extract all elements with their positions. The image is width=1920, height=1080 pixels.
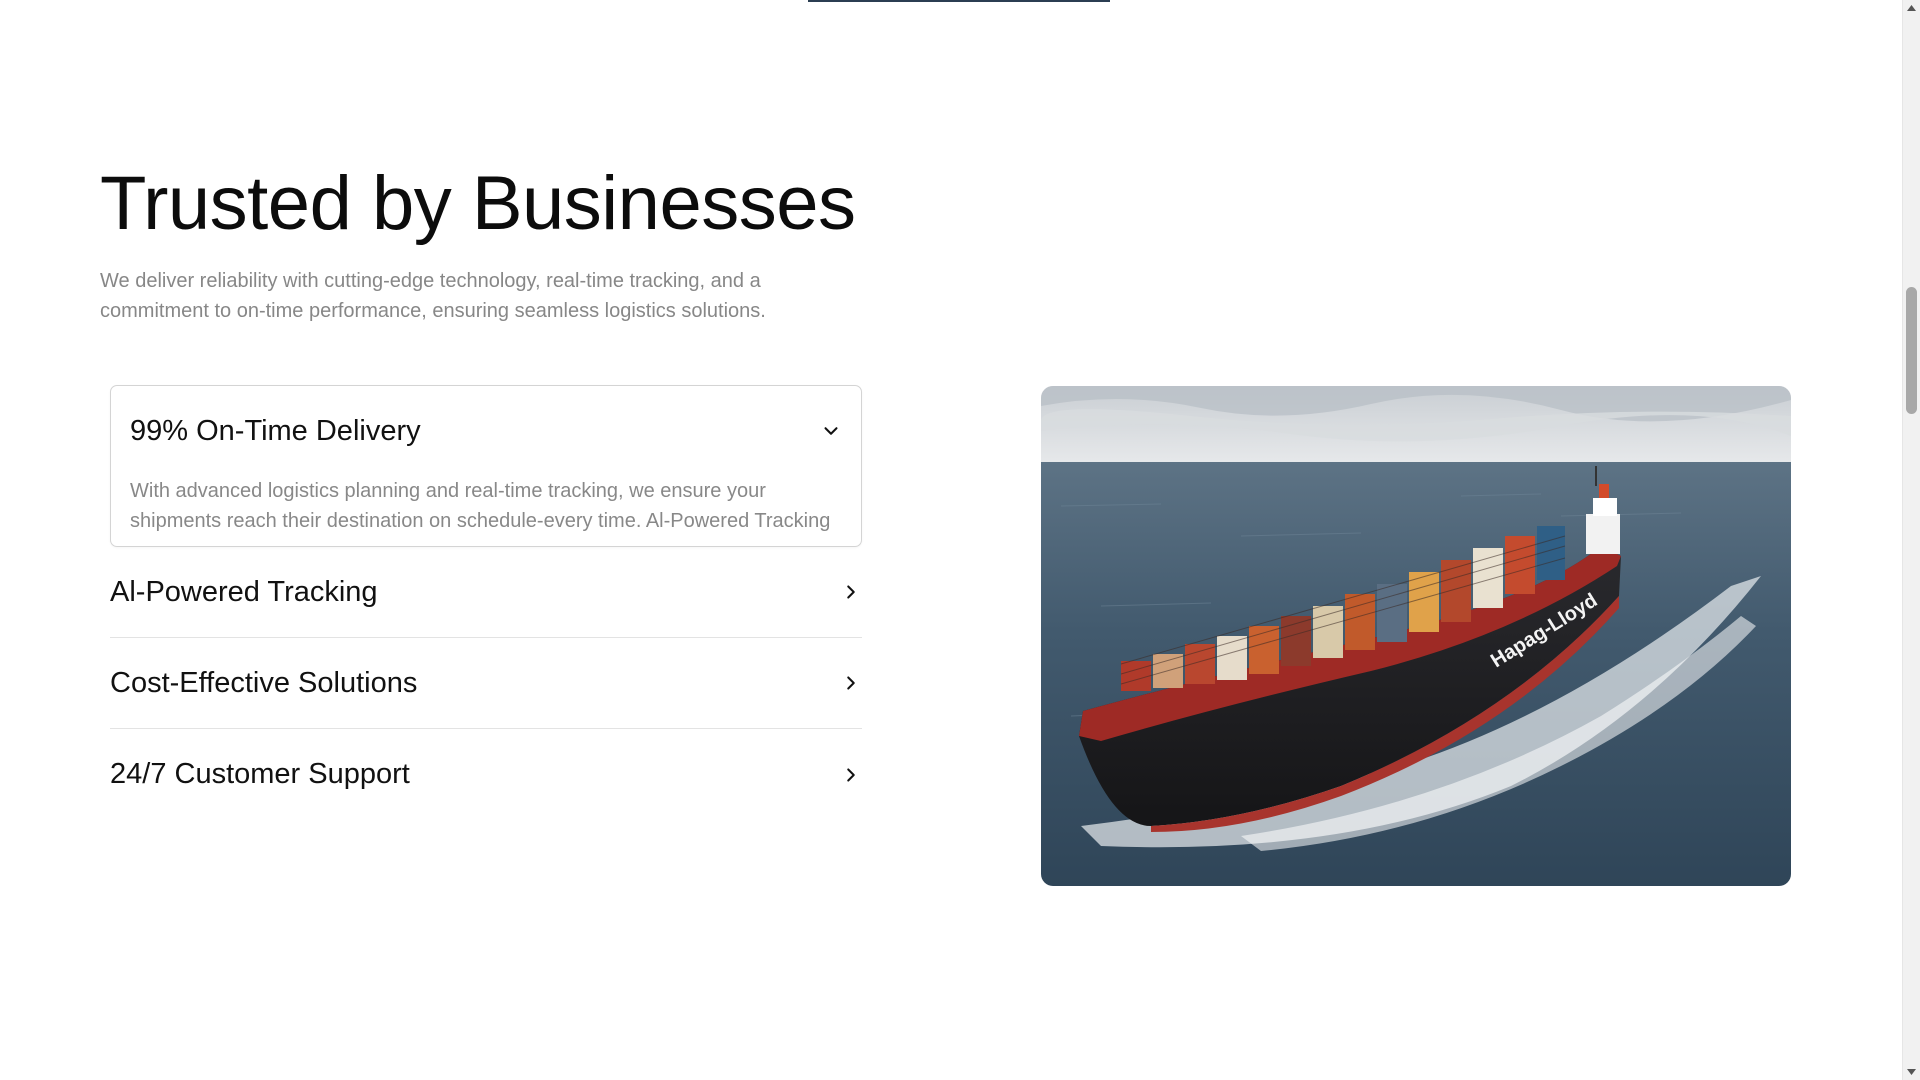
accordion-title: 99% On-Time Delivery bbox=[130, 414, 421, 447]
ship-illustration: Hapag-Lloyd bbox=[1041, 386, 1791, 886]
features-accordion: 99% On-Time Delivery With advanced logis… bbox=[110, 385, 862, 820]
chevron-right-icon[interactable] bbox=[840, 764, 862, 786]
chevron-right-icon[interactable] bbox=[840, 581, 862, 603]
scroll-down-arrow-icon[interactable] bbox=[1903, 1064, 1920, 1080]
accordion-header-ai-tracking[interactable]: Al-Powered Tracking bbox=[110, 547, 862, 637]
accordion-item-on-time-delivery: 99% On-Time Delivery With advanced logis… bbox=[110, 385, 862, 547]
scroll-up-arrow-icon[interactable] bbox=[1903, 0, 1920, 16]
accordion-item-customer-support: 24/7 Customer Support bbox=[110, 729, 862, 820]
page: Trusted by Businesses We deliver reliabi… bbox=[0, 0, 1920, 1080]
section-heading: Trusted by Businesses bbox=[100, 161, 856, 246]
accordion-body: With advanced logistics planning and rea… bbox=[130, 480, 831, 532]
section-subtext: We deliver reliability with cutting-edge… bbox=[100, 270, 766, 322]
accordion-title: 24/7 Customer Support bbox=[110, 758, 410, 790]
chevron-down-icon[interactable] bbox=[820, 420, 842, 442]
scrollbar-thumb[interactable] bbox=[1906, 287, 1917, 414]
top-divider bbox=[808, 0, 1110, 2]
page-scrollbar[interactable] bbox=[1902, 0, 1920, 1080]
accordion-header-customer-support[interactable]: 24/7 Customer Support bbox=[110, 729, 862, 820]
accordion-title: Cost-Effective Solutions bbox=[110, 666, 418, 699]
accordion-title: Al-Powered Tracking bbox=[110, 575, 378, 608]
accordion-header-cost-effective[interactable]: Cost-Effective Solutions bbox=[110, 638, 862, 728]
accordion-item-ai-tracking: Al-Powered Tracking bbox=[110, 547, 862, 638]
container-ship-image: Hapag-Lloyd bbox=[1041, 386, 1791, 886]
accordion-item-cost-effective: Cost-Effective Solutions bbox=[110, 638, 862, 729]
chevron-right-icon[interactable] bbox=[840, 672, 862, 694]
accordion-header-on-time-delivery[interactable]: 99% On-Time Delivery bbox=[130, 386, 842, 476]
